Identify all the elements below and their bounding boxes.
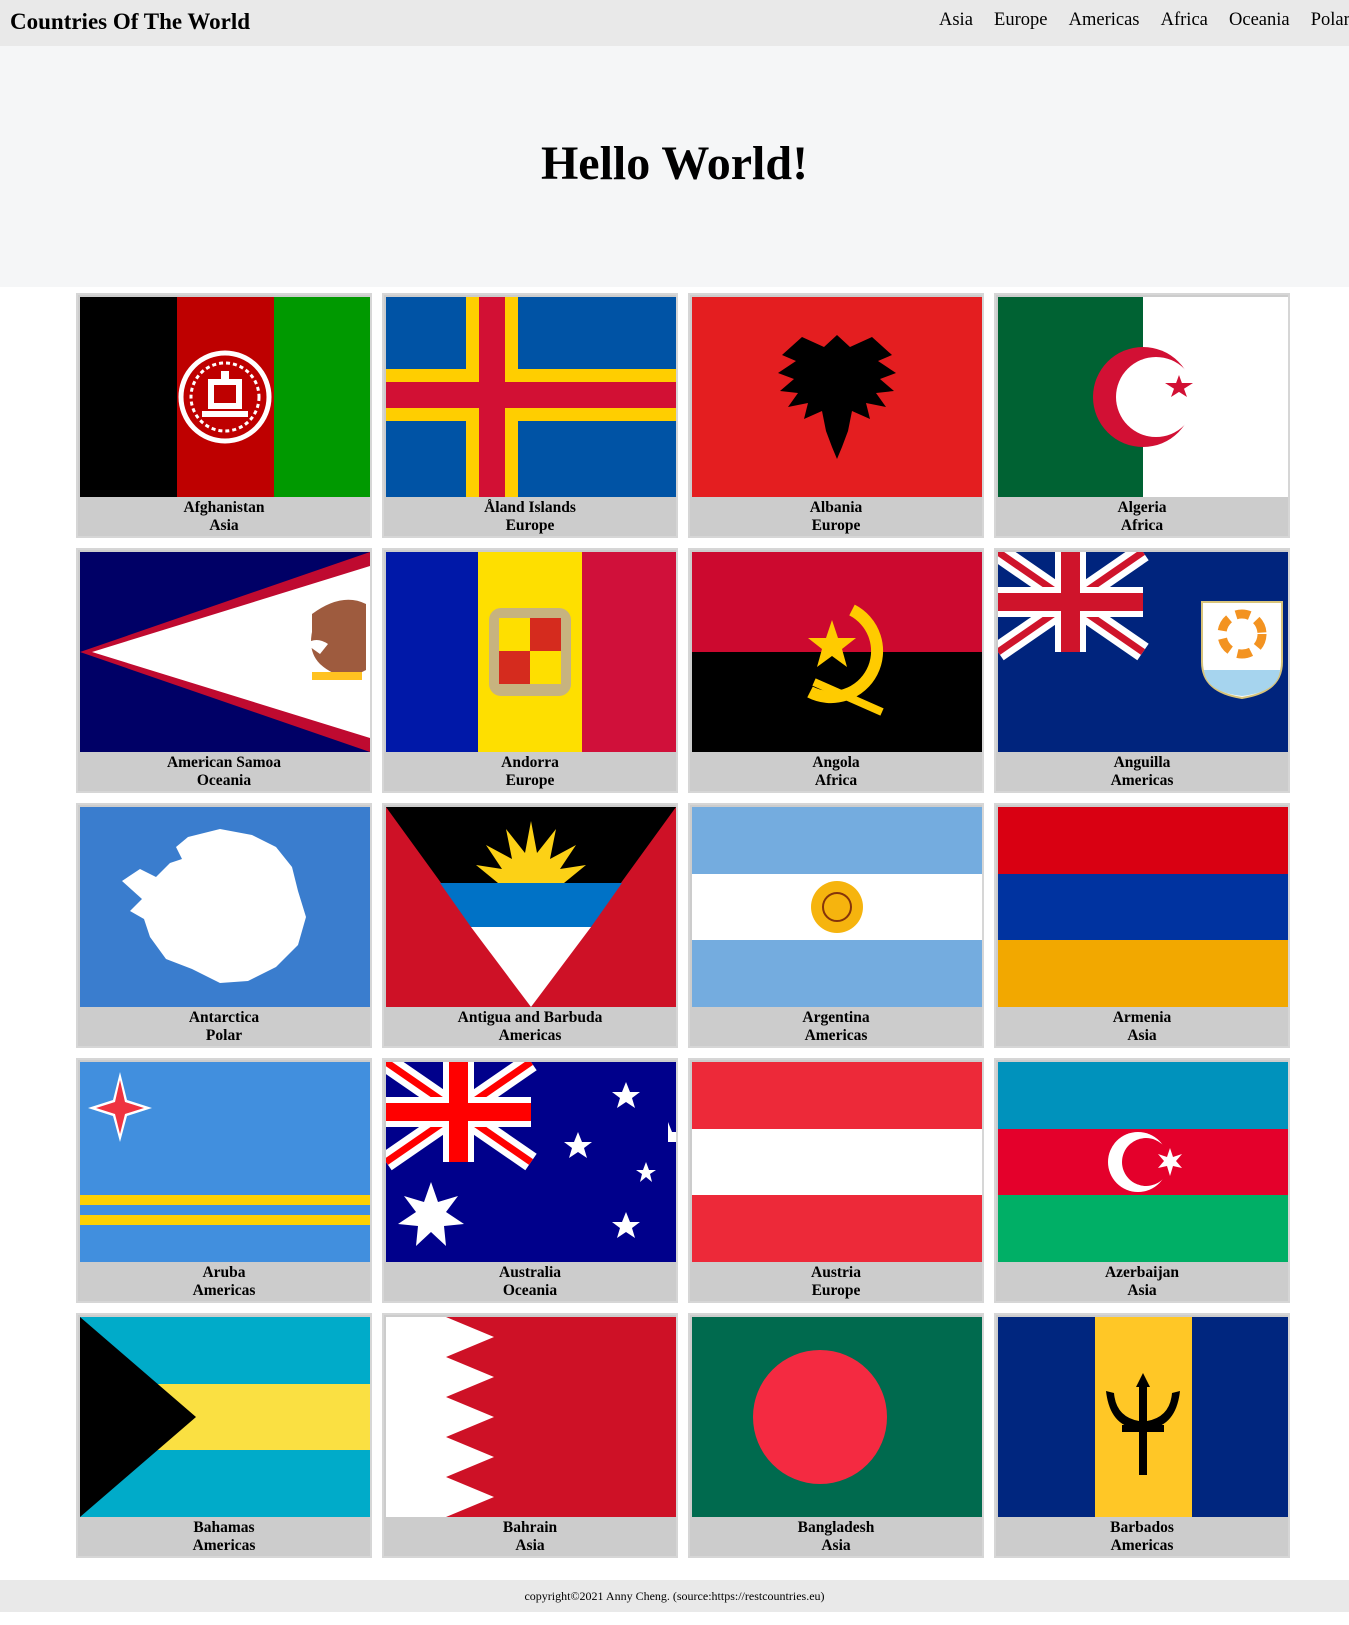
country-name: Bangladesh xyxy=(797,1519,875,1536)
aland-islands-flag-image xyxy=(386,297,676,497)
country-card-bahamas[interactable]: Bahamas Americas xyxy=(76,1313,372,1558)
country-region: Oceania xyxy=(196,772,252,789)
bahrain-flag-image xyxy=(386,1317,676,1517)
country-name: Azerbaijan xyxy=(1104,1264,1180,1281)
country-name: Barbados xyxy=(1110,1519,1174,1536)
country-region: Americas xyxy=(1110,1537,1174,1554)
armenia-flag-image xyxy=(998,807,1288,1007)
country-name: Andorra xyxy=(501,754,559,771)
country-region: Americas xyxy=(498,1027,562,1044)
top-navbar: Countries Of The World Asia Europe Ameri… xyxy=(0,0,1349,46)
nav-link-africa[interactable]: Africa xyxy=(1161,10,1208,31)
nav-link-oceania[interactable]: Oceania xyxy=(1229,10,1290,31)
aruba-flag-image xyxy=(80,1062,370,1262)
algeria-flag-image xyxy=(998,297,1288,497)
albania-flag-image xyxy=(692,297,982,497)
country-name: Bahrain xyxy=(502,1519,558,1536)
country-region: Europe xyxy=(505,517,555,534)
antarctica-flag-image xyxy=(80,807,370,1007)
country-card-azerbaijan[interactable]: Azerbaijan Asia xyxy=(994,1058,1290,1303)
country-name: Argentina xyxy=(802,1009,870,1026)
country-card-afghanistan[interactable]: Afghanistan Asia xyxy=(76,293,372,538)
country-card-barbados[interactable]: Barbados Americas xyxy=(994,1313,1290,1558)
country-region: Asia xyxy=(1127,1027,1157,1044)
country-region: Europe xyxy=(811,1282,861,1299)
country-name: American Samoa xyxy=(166,754,282,771)
country-name: Aruba xyxy=(202,1264,246,1281)
country-region: Asia xyxy=(821,1537,851,1554)
footer-copyright: copyright©2021 Anny Cheng. (source:https… xyxy=(524,1589,825,1603)
country-name: Åland Islands xyxy=(484,499,576,516)
country-region: Polar xyxy=(205,1027,243,1044)
nav-link-asia[interactable]: Asia xyxy=(939,10,973,31)
page-footer: copyright©2021 Anny Cheng. (source:https… xyxy=(0,1580,1349,1612)
anguilla-flag-image xyxy=(998,552,1288,752)
angola-flag-image xyxy=(692,552,982,752)
region-nav: Asia Europe Americas Africa Oceania Pola… xyxy=(939,10,1349,31)
country-card-aruba[interactable]: Aruba Americas xyxy=(76,1058,372,1303)
country-card-antarctica[interactable]: Antarctica Polar xyxy=(76,803,372,1048)
afghanistan-flag-image xyxy=(80,297,370,497)
bangladesh-flag-image xyxy=(692,1317,982,1517)
american-samoa-flag-image xyxy=(80,552,370,752)
argentina-flag-image xyxy=(692,807,982,1007)
country-region: Asia xyxy=(209,517,239,534)
country-region: Asia xyxy=(1127,1282,1157,1299)
nav-link-americas[interactable]: Americas xyxy=(1069,10,1140,31)
bahamas-flag-image xyxy=(80,1317,370,1517)
country-region: Americas xyxy=(192,1282,256,1299)
nav-link-europe[interactable]: Europe xyxy=(994,10,1047,31)
country-name: Anguilla xyxy=(1113,754,1171,771)
country-card-anguilla[interactable]: Anguilla Americas xyxy=(994,548,1290,793)
country-card-aland-islands[interactable]: Åland Islands Europe xyxy=(382,293,678,538)
country-name: Australia xyxy=(499,1264,561,1281)
country-name: Algeria xyxy=(1117,499,1167,516)
country-name: Angola xyxy=(812,754,860,771)
country-card-antigua-and-barbuda[interactable]: Antigua and Barbuda Americas xyxy=(382,803,678,1048)
country-card-argentina[interactable]: Argentina Americas xyxy=(688,803,984,1048)
hero-heading: Hello World! xyxy=(540,137,809,190)
andorra-flag-image xyxy=(386,552,676,752)
country-region: Americas xyxy=(192,1537,256,1554)
site-title[interactable]: Countries Of The World xyxy=(10,9,250,35)
country-region: Europe xyxy=(811,517,861,534)
hero-banner: Hello World! xyxy=(0,46,1349,287)
country-name: Antarctica xyxy=(188,1009,260,1026)
country-region: Europe xyxy=(505,772,555,789)
country-region: Asia xyxy=(515,1537,545,1554)
country-card-american-samoa[interactable]: American Samoa Oceania xyxy=(76,548,372,793)
country-region: Africa xyxy=(814,772,858,789)
country-name: Austria xyxy=(811,1264,861,1281)
country-region: Americas xyxy=(804,1027,868,1044)
australia-flag-image xyxy=(386,1062,676,1262)
country-card-algeria[interactable]: Algeria Africa xyxy=(994,293,1290,538)
country-region: Americas xyxy=(1110,772,1174,789)
country-name: Albania xyxy=(809,499,863,516)
country-card-austria[interactable]: Austria Europe xyxy=(688,1058,984,1303)
country-name: Armenia xyxy=(1112,1009,1172,1026)
nav-link-polar[interactable]: Polar xyxy=(1311,10,1349,31)
country-name: Antigua and Barbuda xyxy=(457,1009,603,1026)
country-card-bahrain[interactable]: Bahrain Asia xyxy=(382,1313,678,1558)
azerbaijan-flag-image xyxy=(998,1062,1288,1262)
country-card-australia[interactable]: Australia Oceania xyxy=(382,1058,678,1303)
country-card-armenia[interactable]: Armenia Asia xyxy=(994,803,1290,1048)
antigua-and-barbuda-flag-image xyxy=(386,807,676,1007)
austria-flag-image xyxy=(692,1062,982,1262)
country-card-angola[interactable]: Angola Africa xyxy=(688,548,984,793)
country-region: Africa xyxy=(1120,517,1164,534)
country-name: Afghanistan xyxy=(183,499,265,516)
country-name: Bahamas xyxy=(193,1519,255,1536)
country-region: Oceania xyxy=(502,1282,558,1299)
country-card-bangladesh[interactable]: Bangladesh Asia xyxy=(688,1313,984,1558)
country-card-albania[interactable]: Albania Europe xyxy=(688,293,984,538)
country-card-andorra[interactable]: Andorra Europe xyxy=(382,548,678,793)
barbados-flag-image xyxy=(998,1317,1288,1517)
